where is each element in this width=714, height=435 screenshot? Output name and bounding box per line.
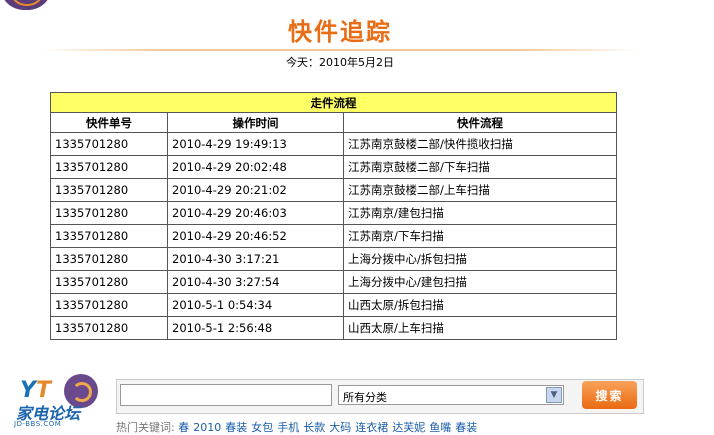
cell-operation-time: 2010-4-29 20:46:52	[167, 224, 344, 248]
cell-process: 山西太原/拆包扫描	[343, 293, 617, 317]
table-row: 1335701280 2010-4-29 20:21:02 江苏南京鼓楼二部/上车扫…	[50, 178, 617, 202]
hot-keyword-link[interactable]: 大码	[329, 421, 351, 434]
hot-keyword-link[interactable]: 2010	[193, 421, 221, 434]
forum-logo[interactable]: YT 家电论坛 JD-BBS.COM	[8, 374, 112, 432]
table-caption: 走件流程	[50, 92, 617, 113]
cell-process: 江苏南京鼓楼二部/快件揽收扫描	[343, 132, 617, 156]
category-select[interactable]: 所有分类 ▼	[338, 385, 564, 405]
cell-process: 江苏南京/建包扫描	[343, 201, 617, 225]
hot-keyword-link[interactable]: 春装	[225, 421, 247, 434]
cell-tracking-number: 1335701280	[50, 293, 168, 317]
table-row: 1335701280 2010-4-29 20:02:48 江苏南京鼓楼二部/下车扫…	[50, 155, 617, 179]
cell-operation-time: 2010-4-30 3:17:21	[167, 247, 344, 271]
hot-keyword-link[interactable]: 春	[178, 421, 189, 434]
hot-keyword-link[interactable]: 鱼嘴	[429, 421, 451, 434]
search-input[interactable]	[120, 384, 332, 406]
cell-process: 上海分拨中心/建包扫描	[343, 270, 617, 294]
cell-tracking-number: 1335701280	[50, 224, 168, 248]
cell-tracking-number: 1335701280	[50, 155, 168, 179]
cell-tracking-number: 1335701280	[50, 247, 168, 271]
cell-tracking-number: 1335701280	[50, 270, 168, 294]
table-row: 1335701280 2010-4-29 19:49:13 江苏南京鼓楼二部/快件揽…	[50, 132, 617, 156]
cell-tracking-number: 1335701280	[50, 316, 168, 340]
table-row: 1335701280 2010-4-30 3:17:21 上海分拨中心/拆包扫描	[50, 247, 617, 271]
cell-operation-time: 2010-4-30 3:27:54	[167, 270, 344, 294]
hot-keyword-link[interactable]: 连衣裙	[355, 421, 388, 434]
cell-tracking-number: 1335701280	[50, 201, 168, 225]
hot-keywords-label: 热门关键词:	[116, 421, 175, 434]
table-row: 1335701280 2010-4-29 20:46:52 江苏南京/下车扫描	[50, 224, 617, 248]
table-row: 1335701280 2010-4-29 20:46:03 江苏南京/建包扫描	[50, 201, 617, 225]
hot-keyword-link[interactable]: 手机	[277, 421, 299, 434]
search-button[interactable]: 搜索	[582, 381, 637, 409]
header-process: 快件流程	[343, 112, 617, 133]
cell-process: 江苏南京鼓楼二部/上车扫描	[343, 178, 617, 202]
page-title: 快件追踪	[288, 18, 392, 46]
header-operation-time: 操作时间	[167, 112, 344, 133]
title-divider	[40, 49, 640, 51]
table-row: 1335701280 2010-5-1 0:54:34 山西太原/拆包扫描	[50, 293, 617, 317]
hot-keyword-link[interactable]: 长款	[303, 421, 325, 434]
cell-process: 上海分拨中心/拆包扫描	[343, 247, 617, 271]
chevron-down-icon[interactable]: ▼	[546, 387, 562, 403]
header-tracking-number: 快件单号	[50, 112, 168, 133]
cell-tracking-number: 1335701280	[50, 178, 168, 202]
cell-process: 山西太原/上车扫描	[343, 316, 617, 340]
table-row: 1335701280 2010-4-30 3:27:54 上海分拨中心/建包扫描	[50, 270, 617, 294]
cell-operation-time: 2010-5-1 2:56:48	[167, 316, 344, 340]
cell-operation-time: 2010-5-1 0:54:34	[167, 293, 344, 317]
table-row: 1335701280 2010-5-1 2:56:48 山西太原/上车扫描	[50, 316, 617, 340]
hot-keyword-link[interactable]: 春装	[455, 421, 477, 434]
cell-operation-time: 2010-4-29 19:49:13	[167, 132, 344, 156]
cell-process: 江苏南京鼓楼二部/下车扫描	[343, 155, 617, 179]
hot-keyword-link[interactable]: 达芙妮	[392, 421, 425, 434]
category-selected-value: 所有分类	[343, 391, 387, 404]
cell-operation-time: 2010-4-29 20:02:48	[167, 155, 344, 179]
hot-keyword-link[interactable]: 女包	[251, 421, 273, 434]
cell-process: 江苏南京/下车扫描	[343, 224, 617, 248]
cell-tracking-number: 1335701280	[50, 132, 168, 156]
hot-keywords: 热门关键词: 春 2010 春装 女包 手机 长款 大码 连衣裙 达芙妮 鱼嘴 春装	[116, 419, 481, 435]
logo-url: JD-BBS.COM	[14, 420, 62, 428]
today-date: 今天：2010年5月2日	[286, 56, 394, 69]
cell-operation-time: 2010-4-29 20:46:03	[167, 201, 344, 225]
cell-operation-time: 2010-4-29 20:21:02	[167, 178, 344, 202]
tracking-table: 走件流程 快件单号 操作时间 快件流程 1335701280 2010-4-29 …	[50, 92, 617, 340]
site-logo-partial	[0, 0, 52, 10]
